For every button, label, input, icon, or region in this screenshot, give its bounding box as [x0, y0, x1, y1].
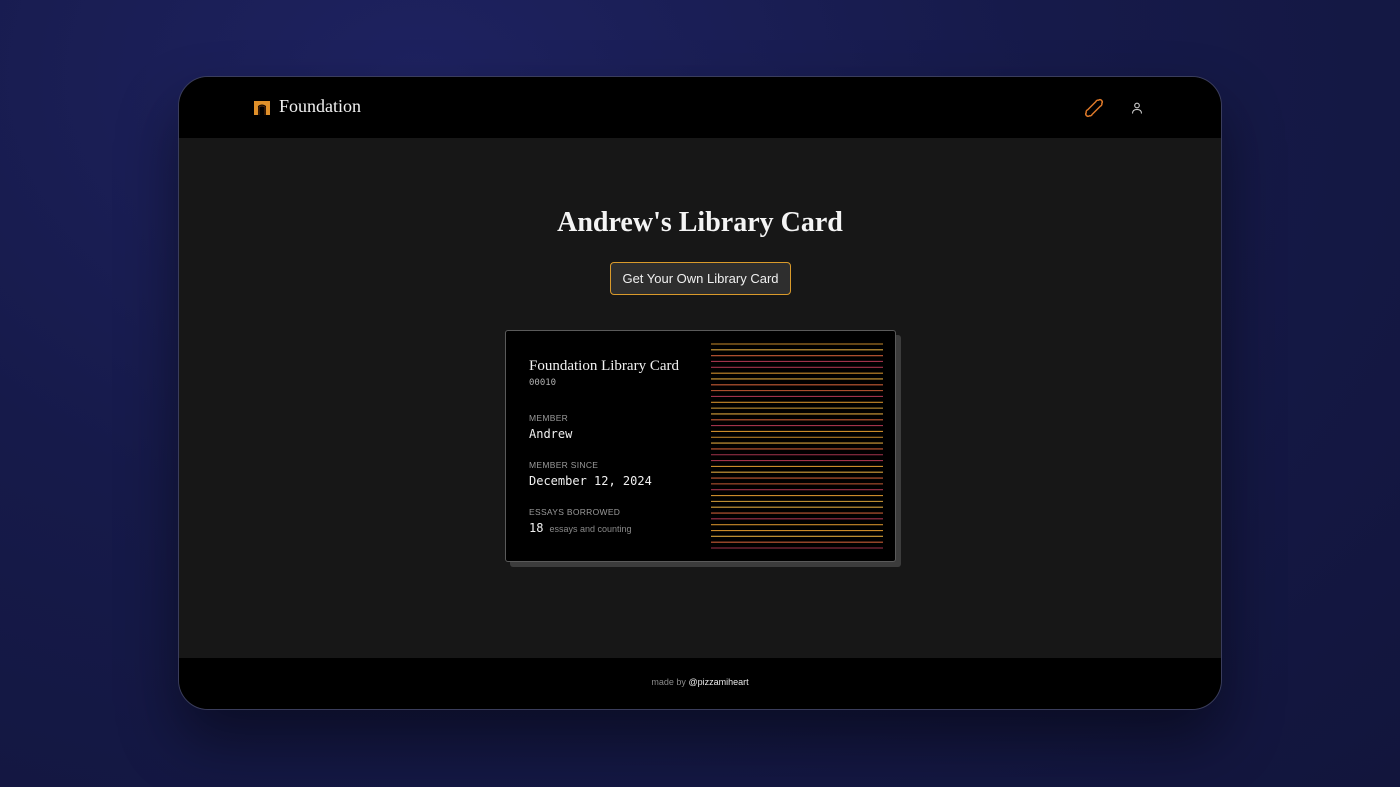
card-title: Foundation Library Card: [529, 358, 679, 374]
nav-actions: [1083, 97, 1143, 119]
arch-gate-icon: [254, 100, 270, 115]
library-card: Foundation Library Card 00010 MEMBER And…: [505, 330, 896, 562]
card-number: 00010: [529, 378, 557, 388]
main-content: Andrew's Library Card Get Your Own Libra…: [179, 138, 1221, 658]
top-navbar: Foundation: [179, 77, 1221, 138]
footer: made by @pizzamiheart: [179, 658, 1221, 709]
essays-borrowed-note: essays and counting: [549, 524, 632, 534]
member-since-value: December 12, 2024: [529, 474, 652, 488]
footer-author-link[interactable]: @pizzamiheart: [688, 677, 748, 687]
app-window: Foundation Andrew's Library Card Get You…: [178, 76, 1222, 710]
brand-name: Foundation: [279, 96, 362, 116]
member-label: MEMBER: [529, 413, 569, 423]
user-icon[interactable]: [1131, 102, 1143, 114]
footer-made-by: made by: [651, 677, 686, 687]
member-value: Andrew: [529, 427, 573, 441]
member-since-label: MEMBER SINCE: [529, 460, 599, 470]
essays-borrowed-count: 18: [529, 521, 544, 535]
page-title: Andrew's Library Card: [557, 207, 843, 238]
brand-link[interactable]: Foundation: [253, 96, 361, 117]
bone-icon[interactable]: [1083, 97, 1105, 119]
essays-borrowed: 18 essays and counting: [529, 521, 632, 535]
get-library-card-button[interactable]: Get Your Own Library Card: [610, 262, 791, 295]
card-stripes-pattern: [711, 343, 883, 549]
essays-borrowed-label: ESSAYS BORROWED: [529, 507, 621, 517]
